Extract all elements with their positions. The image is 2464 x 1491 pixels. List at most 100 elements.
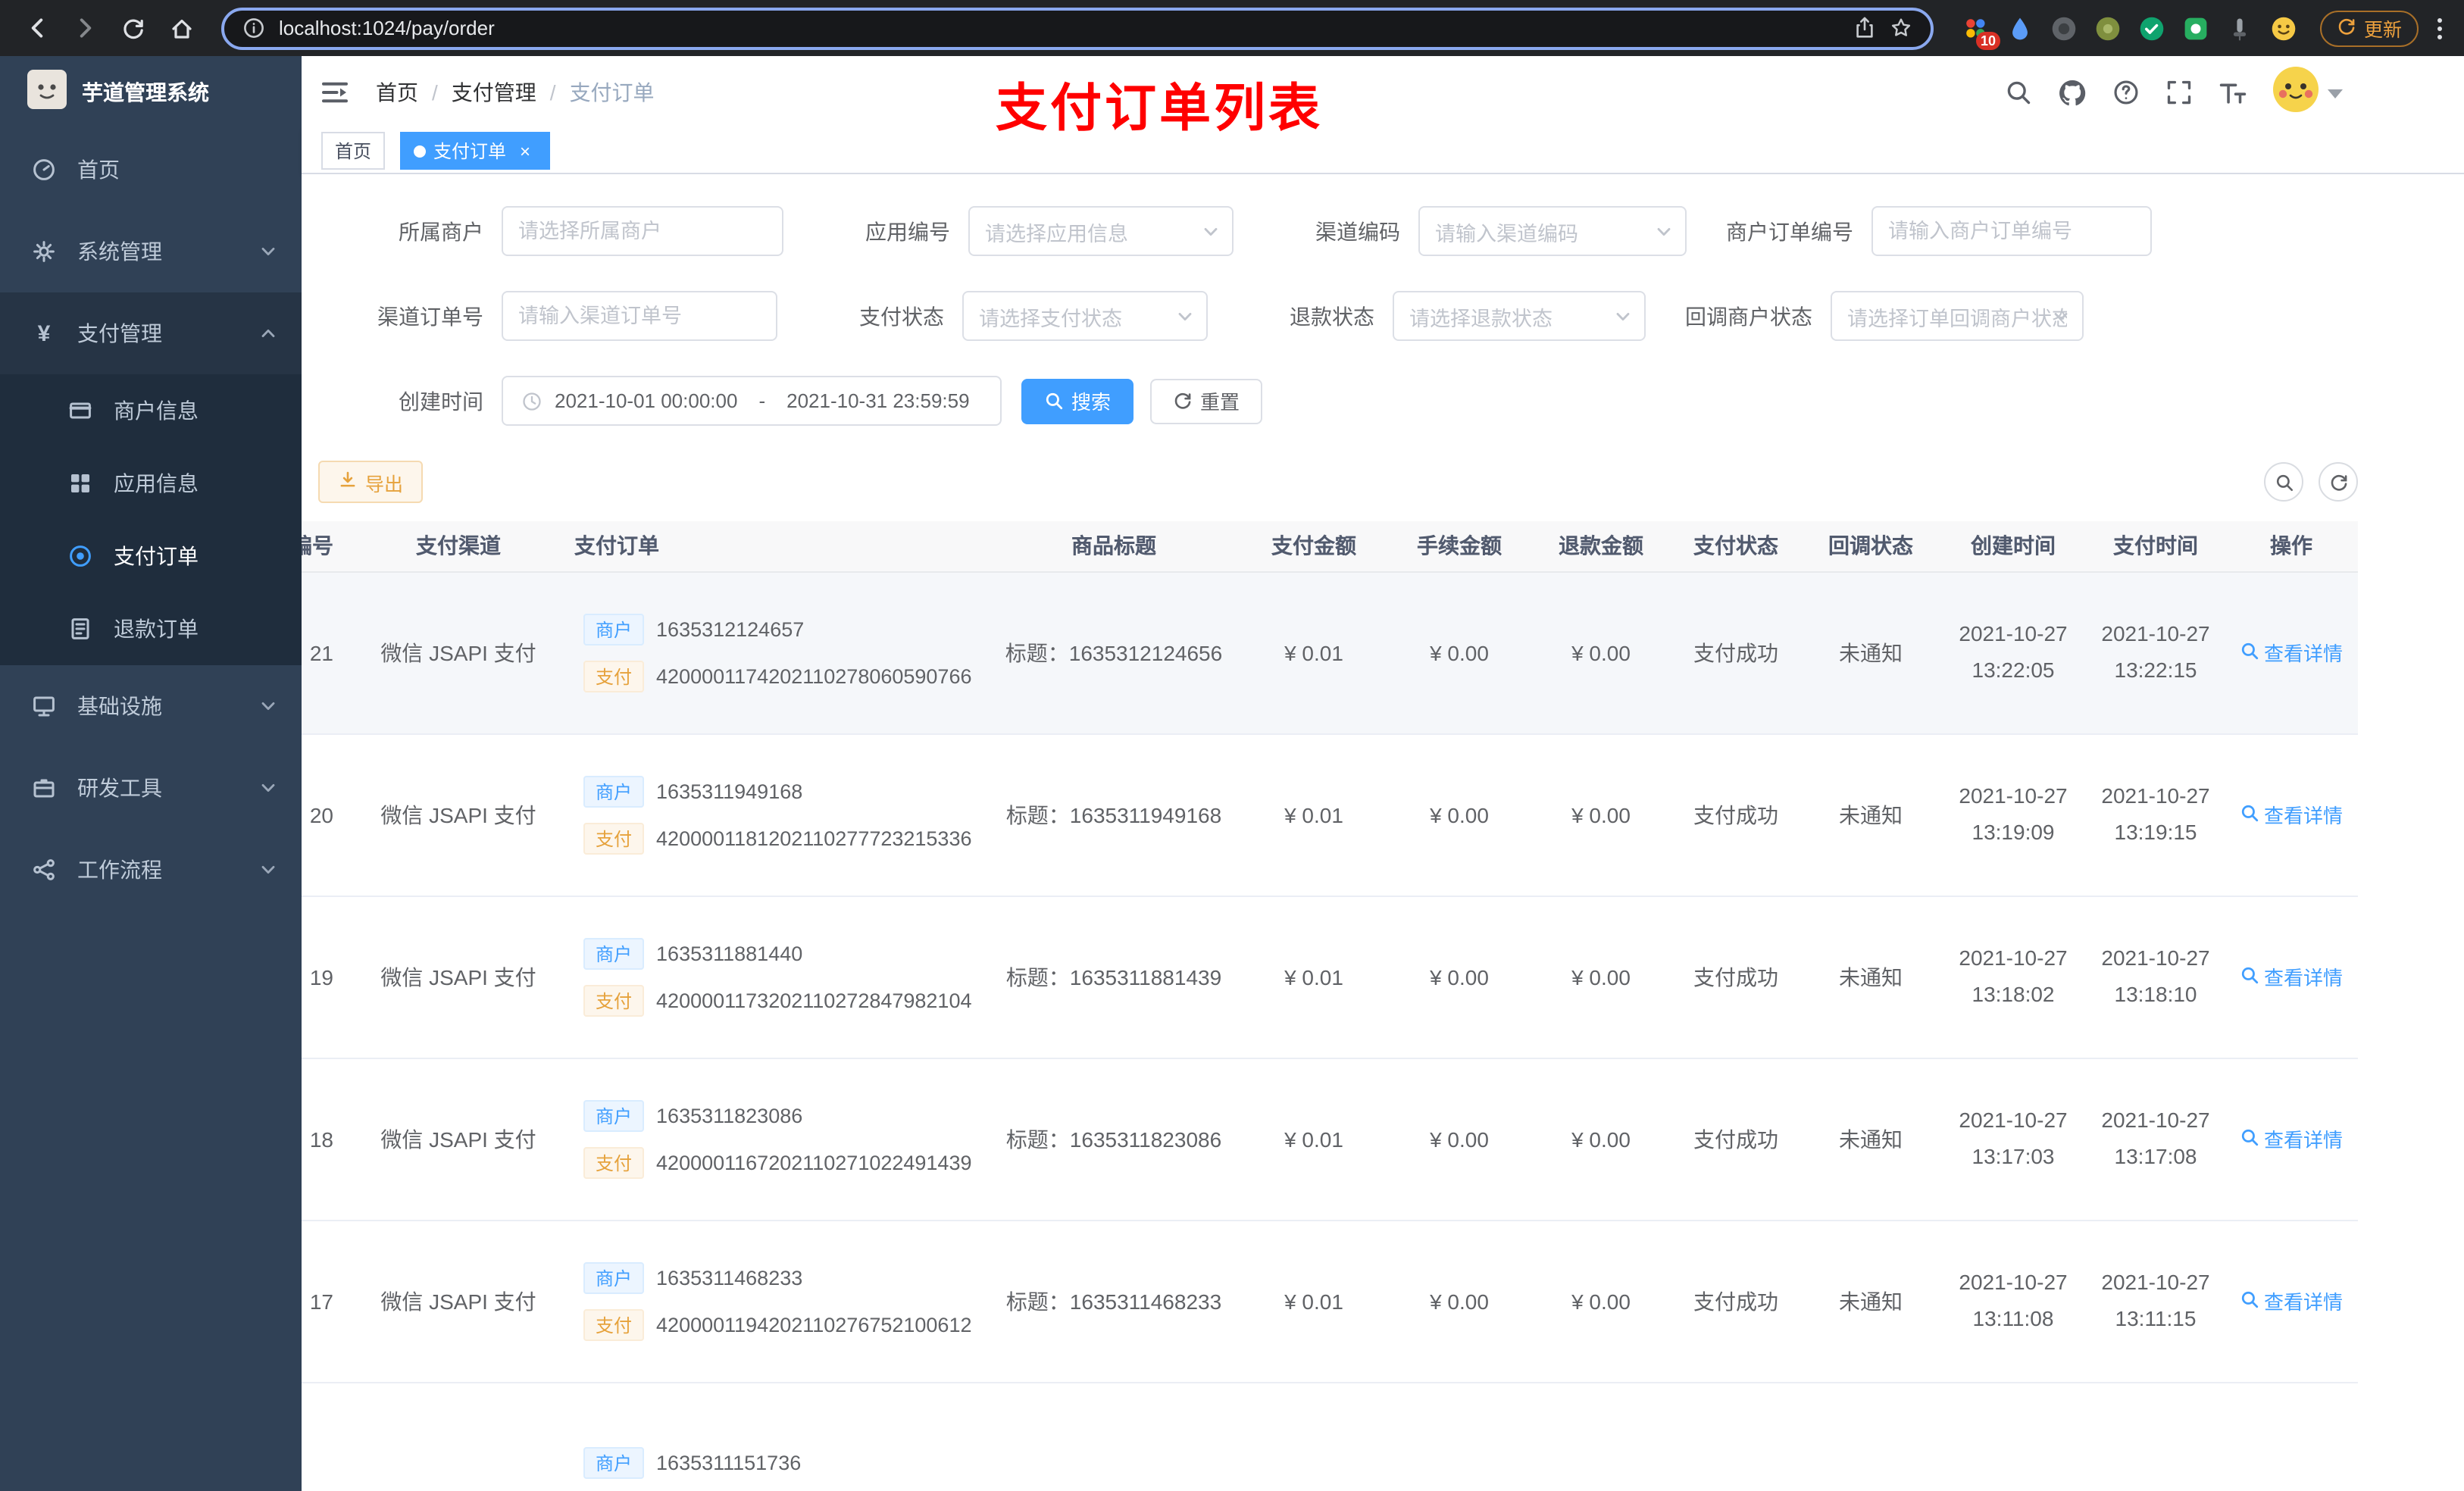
- filter-merchant: 所属商户: [317, 206, 783, 256]
- sidebar-item-workflow[interactable]: 工作流程: [0, 829, 302, 911]
- breadcrumb-item[interactable]: 支付管理: [452, 77, 536, 108]
- sidebar-item-system[interactable]: 系统管理: [0, 211, 302, 292]
- tab-0[interactable]: 首页: [321, 132, 386, 170]
- filter-pay-status-select[interactable]: 请选择支付状态: [962, 291, 1208, 341]
- breadcrumb-item[interactable]: 首页: [376, 77, 418, 108]
- view-detail-link[interactable]: 查看详情: [2240, 638, 2343, 667]
- chat-extension-icon[interactable]: [2181, 13, 2211, 43]
- check-extension-icon[interactable]: [2137, 13, 2167, 43]
- olive-extension-icon[interactable]: [2093, 13, 2123, 43]
- pin-extension-icon[interactable]: [2225, 13, 2255, 43]
- order-number: 1635311151736: [656, 1452, 802, 1474]
- search-button[interactable]: 搜索: [1021, 378, 1134, 424]
- browser-update-button[interactable]: 更新: [2319, 10, 2419, 46]
- cell-channel: 微信 JSAPI 支付: [355, 571, 562, 734]
- help-icon[interactable]: [2112, 79, 2140, 106]
- view-detail-link[interactable]: 查看详情: [2240, 1286, 2343, 1315]
- merchant-order-tag: 商户: [583, 937, 645, 969]
- date-start-value: 2021-10-01 00:00:00: [555, 389, 738, 412]
- view-detail-link[interactable]: 查看详情: [2240, 800, 2343, 829]
- filter-merchant-order-no-input[interactable]: [1888, 220, 2135, 242]
- cell-pay_status: 支付成功: [1670, 896, 1802, 1058]
- screen: localhost:1024/pay/order 10 更新 芋道管理系统 首页…: [0, 0, 2464, 1491]
- column-header-action: 操作: [2225, 521, 2358, 572]
- face-extension-icon[interactable]: [2269, 13, 2299, 43]
- cell-order: 商户 1635311949168 支付 42000011812021102777232…: [562, 733, 987, 896]
- cell-id: 17: [302, 1220, 355, 1383]
- sidebar-item-pay-order[interactable]: 支付订单: [0, 520, 302, 592]
- filter-merchant-order-no-input[interactable]: [1871, 206, 2152, 256]
- order-number: 1635311949168: [656, 780, 803, 802]
- fullscreen-icon[interactable]: [2165, 79, 2193, 106]
- cell-id: 19: [302, 896, 355, 1058]
- workflow-icon: [30, 858, 58, 882]
- tab-active[interactable]: 支付订单 ×: [400, 132, 551, 170]
- column-header-title: 商品标题: [987, 521, 1241, 572]
- navbar-actions: [2005, 66, 2464, 119]
- github-icon[interactable]: [2058, 78, 2087, 107]
- filter-channel-code-select[interactable]: 请输入渠道编码: [1418, 206, 1687, 256]
- cell-id: [302, 1382, 355, 1491]
- order-number: 1635311823086: [656, 1104, 803, 1127]
- url-text: localhost:1024/pay/order: [279, 17, 495, 39]
- toggle-search-button[interactable]: [2264, 462, 2303, 502]
- date-range-input[interactable]: 2021-10-01 00:00:00 - 2021-10-31 23:59:5…: [502, 376, 1002, 426]
- site-info-icon[interactable]: [242, 17, 265, 39]
- filter-refund-status-select[interactable]: 请选择退款状态: [1393, 291, 1646, 341]
- filter-create-time: 创建时间 2021-10-01 00:00:00 - 2021-10-31 23…: [317, 376, 1002, 426]
- bookmark-star-icon[interactable]: [1890, 17, 1912, 39]
- view-detail-link[interactable]: 查看详情: [2240, 962, 2343, 991]
- user-menu[interactable]: [2273, 66, 2343, 119]
- dark-extension-icon[interactable]: [2049, 13, 2079, 43]
- chevron-down-icon: [259, 779, 277, 797]
- address-bar[interactable]: localhost:1024/pay/order: [221, 7, 1934, 49]
- close-tab-icon[interactable]: ×: [514, 139, 536, 162]
- browser-menu-icon[interactable]: [2431, 16, 2449, 40]
- drop-extension-icon[interactable]: [2005, 13, 2035, 43]
- breadcrumb-item: 支付订单: [569, 80, 655, 105]
- sidebar-item-app-info[interactable]: 应用信息: [0, 447, 302, 520]
- filter-app-id-select[interactable]: 请选择应用信息: [968, 206, 1234, 256]
- sidebar-item-payment[interactable]: ¥ 支付管理: [0, 292, 302, 374]
- browser-home-icon[interactable]: [161, 7, 203, 49]
- sidebar-item-infrastructure[interactable]: 基础设施: [0, 665, 302, 747]
- filter-channel-order-no-input[interactable]: [502, 291, 777, 341]
- table-row: 19 微信 JSAPI 支付 商户 1635311881440 支付 4200001173…: [302, 896, 2358, 1058]
- filter-refund-status: 退款状态 请选择退款状态: [1208, 291, 1646, 341]
- merchant-order-tag: 商户: [583, 613, 645, 645]
- filter-create-time-label: 创建时间: [399, 389, 483, 413]
- export-button[interactable]: 导出: [318, 461, 424, 503]
- filter-merchant-input[interactable]: [518, 220, 767, 242]
- cell-created: 2021-10-27 13:11:08: [1940, 1220, 2087, 1383]
- extension-icons: 10: [1961, 13, 2299, 49]
- chevron-down-icon: [1614, 307, 1632, 325]
- tags-bar: 首页 支付订单 ×: [302, 129, 2464, 174]
- search-icon[interactable]: [2005, 79, 2032, 106]
- merchant-order-tag: 商户: [583, 775, 645, 807]
- cell-created: 2021-10-27 13:19:09: [1940, 733, 2087, 896]
- font-size-icon[interactable]: [2219, 78, 2247, 107]
- share-icon[interactable]: [1853, 17, 1876, 39]
- sidebar-item-refund-order[interactable]: 退款订单: [0, 592, 302, 665]
- cell-action: 查看详情: [2225, 1220, 2358, 1383]
- reset-button[interactable]: 重置: [1150, 378, 1263, 424]
- browser-back-icon[interactable]: [15, 7, 58, 49]
- order-number: 4200001194202110276752100612: [656, 1313, 972, 1336]
- refresh-table-button[interactable]: [2319, 462, 2358, 502]
- filter-channel-order-no-input[interactable]: [518, 305, 761, 327]
- sidebar-item-merchant-info[interactable]: 商户信息: [0, 374, 302, 447]
- sidebar-item-home[interactable]: 首页: [0, 129, 302, 211]
- hamburger-icon[interactable]: [320, 77, 350, 108]
- cell-action: 查看详情: [2225, 733, 2358, 896]
- extensions-grid-icon[interactable]: 10: [1961, 13, 2000, 49]
- view-detail-link[interactable]: 查看详情: [2240, 1124, 2343, 1153]
- browser-forward-icon[interactable]: [64, 7, 106, 49]
- sidebar-item-dev-tools[interactable]: 研发工具: [0, 747, 302, 829]
- browser-reload-icon[interactable]: [112, 7, 155, 49]
- filter-notify-status-select[interactable]: 请选择订单回调商户状态: [1831, 291, 2084, 341]
- sidebar-submenu: 商户信息 应用信息 支付订单 退款订单: [0, 374, 302, 665]
- cell-title: 标题：1635311468233: [987, 1220, 1241, 1383]
- cell-fee: [1387, 1382, 1532, 1491]
- filter-merchant-input[interactable]: [502, 206, 783, 256]
- search-button-icon: [1044, 391, 1064, 411]
